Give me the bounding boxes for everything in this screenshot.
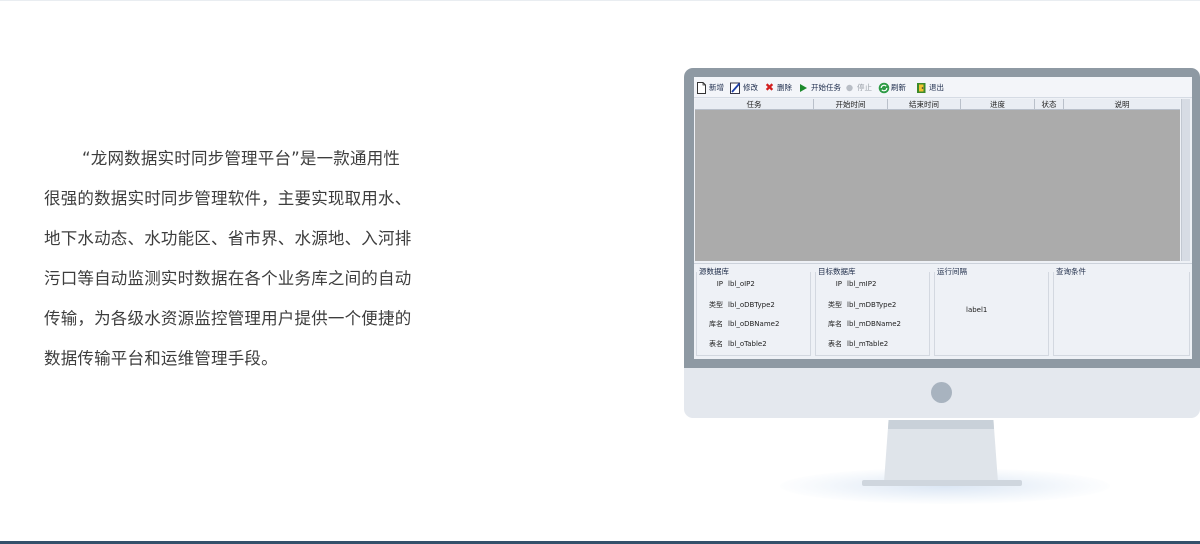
field-value: lbl_oIP2 (728, 280, 755, 288)
app-window: 新增 修改 ✖ 删除 开始任务 停止 刷新 退出 任务 开始时间 结束时间 进度… (694, 77, 1192, 359)
field-value: lbl_oDBType2 (728, 301, 775, 309)
field-value: lbl_mIP2 (847, 280, 877, 288)
interval-group: 运行间隔 label1 (934, 266, 1049, 356)
refresh-button-label: 刷新 (891, 83, 906, 92)
description-line: 地下水动态、水功能区、省市界、水源地、入河排 (44, 229, 412, 248)
edit-button[interactable]: 修改 (730, 80, 758, 95)
column-header-status[interactable]: 状态 (1035, 99, 1064, 110)
column-header-progress[interactable]: 进度 (961, 99, 1035, 110)
field-label: 库名 (828, 320, 842, 328)
field-label: 表名 (828, 340, 842, 348)
stop-button-label: 停止 (857, 83, 872, 92)
field-value: lbl_mDBType2 (847, 301, 897, 309)
field-value: lbl_mTable2 (847, 340, 889, 348)
source-db-group: 源数据库 IP lbl_oIP2 类型 lbl_oDBType2 库名 lbl_oDB… (696, 266, 811, 356)
toolbar: 新增 修改 ✖ 删除 开始任务 停止 刷新 退出 (694, 77, 1192, 98)
query-group: 查询条件 (1053, 266, 1190, 356)
column-header-start-time[interactable]: 开始时间 (814, 99, 888, 110)
stop-icon (844, 82, 855, 94)
target-type-row: 类型 lbl_mDBType2 (815, 300, 896, 310)
source-table-row: 表名 lbl_oTable2 (696, 339, 767, 349)
start-task-button[interactable]: 开始任务 (798, 80, 841, 95)
stop-button[interactable]: 停止 (844, 80, 872, 95)
field-value: lbl_oTable2 (728, 340, 767, 348)
description-line: 污口等自动监测实时数据在各个业务库之间的自动 (44, 269, 412, 288)
target-table-row: 表名 lbl_mTable2 (815, 339, 888, 349)
field-label: 表名 (709, 340, 723, 348)
source-type-row: 类型 lbl_oDBType2 (696, 300, 775, 310)
info-panel: 源数据库 IP lbl_oIP2 类型 lbl_oDBType2 库名 lbl_oDB… (694, 263, 1192, 359)
new-button-label: 新增 (709, 83, 724, 92)
grid-scrollbar[interactable] (1181, 99, 1190, 261)
grid-header: 任务 开始时间 结束时间 进度 状态 说明 (695, 99, 1180, 110)
edit-icon (730, 82, 741, 94)
field-label: IP (835, 280, 842, 288)
top-divider (0, 0, 1200, 1)
refresh-icon (878, 82, 890, 94)
monitor-stand-base (862, 480, 1022, 486)
description-line: 数据传输平台和运维管理手段。 (44, 349, 278, 368)
column-header-task[interactable]: 任务 (695, 99, 814, 110)
exit-icon (916, 82, 927, 94)
start-task-button-label: 开始任务 (811, 83, 841, 92)
refresh-button[interactable]: 刷新 (878, 80, 906, 95)
target-ip-row: IP lbl_mIP2 (815, 280, 877, 288)
delete-button[interactable]: ✖ 删除 (764, 80, 792, 95)
delete-button-label: 删除 (777, 83, 792, 92)
source-ip-row: IP lbl_oIP2 (696, 280, 755, 288)
field-label: IP (716, 280, 723, 288)
monitor-stand-neck (884, 420, 998, 482)
group-border (934, 272, 1049, 356)
description-line: 很强的数据实时同步管理软件，主要实现取用水、 (44, 189, 412, 208)
delete-x-icon: ✖ (764, 80, 775, 94)
field-value: lbl_mDBName2 (847, 320, 901, 328)
field-value: lbl_oDBName2 (728, 320, 780, 328)
target-dbname-row: 库名 lbl_mDBName2 (815, 319, 901, 329)
new-document-icon (696, 81, 707, 94)
column-header-description[interactable]: 说明 (1064, 99, 1180, 110)
edit-button-label: 修改 (743, 83, 758, 92)
group-border (1053, 272, 1190, 356)
interval-value: label1 (966, 306, 988, 314)
source-dbname-row: 库名 lbl_oDBName2 (696, 319, 779, 329)
field-label: 库名 (709, 320, 723, 328)
column-header-end-time[interactable]: 结束时间 (888, 99, 961, 110)
description-line: “龙网数据实时同步管理平台”是一款通用性 (82, 149, 401, 168)
exit-button[interactable]: 退出 (916, 80, 944, 95)
field-label: 类型 (709, 301, 723, 309)
description-line: 传输，为各级水资源监控管理用户提供一个便捷的 (44, 309, 412, 328)
target-db-group: 目标数据库 IP lbl_mIP2 类型 lbl_mDBType2 库名 lbl_mD… (815, 266, 930, 356)
field-label: 类型 (828, 301, 842, 309)
play-icon (798, 82, 809, 94)
product-description: “龙网数据实时同步管理平台”是一款通用性 很强的数据实时同步管理软件，主要实现取… (44, 139, 439, 379)
monitor-stand-shadow (887, 420, 995, 429)
task-grid[interactable]: 任务 开始时间 结束时间 进度 状态 说明 (695, 99, 1180, 261)
power-button-icon (931, 382, 952, 403)
exit-button-label: 退出 (929, 83, 944, 92)
new-button[interactable]: 新增 (696, 80, 724, 95)
